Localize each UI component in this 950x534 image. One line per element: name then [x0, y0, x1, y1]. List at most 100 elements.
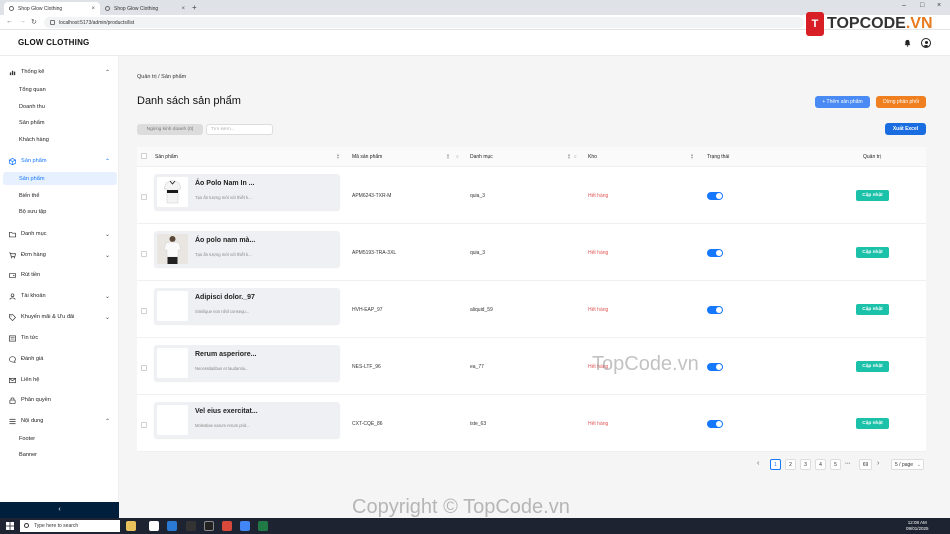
update-button[interactable]: Cập nhật [856, 190, 889, 201]
url-input[interactable]: localhost:5173/admin/products/list [44, 17, 804, 28]
sidebar-item-phan-quyen[interactable]: Phân quyền [0, 394, 119, 406]
page-button[interactable]: 5 [830, 459, 841, 470]
sidebar-item-tai-khoan[interactable]: Tài khoản ⌄ [0, 290, 119, 302]
sidebar-subitem[interactable]: Doanh thu [0, 100, 119, 113]
page-size-select[interactable]: 5 / page ⌄ [891, 459, 924, 470]
close-window-icon[interactable]: × [937, 2, 941, 9]
sidebar-subitem[interactable]: Footer [0, 432, 119, 445]
update-button[interactable]: Cập nhật [856, 247, 889, 258]
sidebar-subitem[interactable]: Bộ sưu tập [0, 205, 119, 218]
app-icon[interactable] [222, 521, 232, 531]
page-button[interactable]: 2 [785, 459, 796, 470]
chrome-icon[interactable] [240, 521, 250, 531]
row-checkbox[interactable] [141, 422, 147, 428]
globe-icon [105, 6, 110, 11]
select-all-checkbox[interactable] [141, 153, 147, 159]
row-checkbox[interactable] [141, 251, 147, 257]
vscode-icon[interactable] [167, 521, 177, 531]
status-toggle[interactable] [707, 249, 723, 257]
sidebar-subitem-selected[interactable]: Sản phẩm [3, 172, 117, 185]
bell-icon[interactable] [904, 39, 911, 47]
update-button[interactable]: Cập nhật [856, 304, 889, 315]
column-header-status[interactable]: Trạng thái [707, 154, 729, 160]
status-toggle[interactable] [707, 363, 723, 371]
sidebar-item-danh-gia[interactable]: Đánh giá [0, 353, 119, 365]
row-checkbox[interactable] [141, 194, 147, 200]
site-info-icon[interactable] [50, 20, 55, 25]
windows-start-icon[interactable] [6, 522, 14, 530]
sidebar-item-san-pham[interactable]: Sản phẩm ⌃ [0, 155, 119, 167]
page-button-last[interactable]: 69 [859, 459, 872, 470]
chevron-left-icon[interactable]: ‹ [757, 460, 759, 467]
sidebar-subitem[interactable]: Sản phẩm [0, 116, 119, 129]
brand-logo[interactable]: GLOW CLOTHING [18, 38, 89, 47]
page-button[interactable]: 3 [800, 459, 811, 470]
sidebar-item-lien-he[interactable]: Liên hệ [0, 374, 119, 386]
sidebar-item-danh-muc[interactable]: Danh mục ⌄ [0, 228, 119, 240]
add-product-button[interactable]: + Thêm sản phẩm [815, 96, 870, 108]
sidebar-item-tin-tuc[interactable]: Tin tức [0, 332, 119, 344]
sort-icon[interactable]: ▲ ▼ [446, 153, 450, 160]
back-icon[interactable]: ← [6, 18, 13, 25]
sidebar-subitem[interactable]: Tổng quan [0, 83, 119, 96]
file-explorer-icon[interactable] [126, 521, 136, 531]
forward-icon[interactable]: → [19, 18, 26, 25]
new-tab-icon[interactable]: + [192, 3, 197, 12]
export-excel-button[interactable]: Xuất Excel [885, 123, 926, 135]
sidebar-subitem[interactable]: Khách hàng [0, 133, 119, 146]
sidebar-subitem[interactable]: Banner [0, 448, 119, 461]
column-header-category[interactable]: Danh mục [470, 154, 493, 160]
system-clock[interactable]: 12:08 AM 09/01/2025 [906, 520, 929, 532]
update-button[interactable]: Cập nhật [856, 418, 889, 429]
taskbar-search[interactable]: Type here to search [20, 520, 120, 532]
reload-icon[interactable]: ↻ [31, 18, 37, 26]
chevron-right-icon[interactable]: › [877, 460, 879, 467]
app-icon[interactable] [149, 521, 159, 531]
sidebar-item-thong-ke[interactable]: Thống kê ⌃ [0, 66, 119, 78]
row-checkbox[interactable] [141, 308, 147, 314]
product-card[interactable]: Áo polo nam mà... Tạo ấn tượng mới với t… [154, 231, 340, 267]
close-icon[interactable]: × [91, 6, 95, 12]
row-checkbox[interactable] [141, 365, 147, 371]
product-card[interactable]: Rerum asperiore... Necessitatibus et lau… [154, 345, 340, 381]
status-toggle[interactable] [707, 306, 723, 314]
maximize-icon[interactable]: □ [920, 2, 924, 9]
sort-icon[interactable]: ▲ ▼ [690, 153, 694, 160]
app-icon[interactable] [204, 521, 214, 531]
product-card[interactable]: Áo Polo Nam In ... Tạo ấn tượng mới với … [154, 174, 340, 210]
minimize-icon[interactable]: – [902, 2, 906, 9]
filter-search-icon[interactable]: ⌕ [574, 154, 577, 160]
browser-tab[interactable]: Shop Glow Clothing × [100, 2, 190, 15]
sort-icon[interactable]: ▲ ▼ [336, 153, 340, 160]
avatar[interactable] [921, 38, 931, 48]
sidebar-subitem[interactable]: Biến thể [0, 189, 119, 202]
browser-tab[interactable]: Shop Glow Clothing × [4, 2, 100, 15]
sidebar-item-noi-dung[interactable]: Nội dung ⌃ [0, 415, 119, 427]
column-header-sku[interactable]: Mã sản phẩm [352, 154, 382, 160]
terminal-icon[interactable] [186, 521, 196, 531]
sidebar-subitem-label: Khách hàng [19, 136, 49, 143]
discontinued-filter-button[interactable]: Ngừng kinh doanh (0) [137, 124, 203, 135]
excel-icon[interactable] [258, 521, 268, 531]
filter-search-icon[interactable]: ⌕ [456, 154, 459, 160]
cart-icon [9, 252, 16, 258]
close-icon[interactable]: × [181, 6, 185, 12]
search-input[interactable] [206, 124, 273, 135]
stop-distribution-button[interactable]: Dừng phân phối [876, 96, 926, 108]
sidebar-collapse-button[interactable]: ‹ [0, 502, 119, 518]
sidebar-item-khuyen-mai[interactable]: Khuyến mãi & Ưu đãi ⌄ [0, 311, 119, 323]
status-toggle[interactable] [707, 192, 723, 200]
column-header-product[interactable]: Sản phẩm [155, 154, 178, 160]
sidebar-item-label: Rút tiền [21, 272, 41, 278]
update-button[interactable]: Cập nhật [856, 361, 889, 372]
sidebar-item-rut-tien[interactable]: Rút tiền [0, 269, 119, 281]
page-button[interactable]: 4 [815, 459, 826, 470]
pagination-ellipsis[interactable]: ••• [845, 461, 850, 467]
page-button[interactable]: 1 [770, 459, 781, 470]
status-toggle[interactable] [707, 420, 723, 428]
product-card[interactable]: Adipisci dolor._97 Similique non nihil c… [154, 288, 340, 324]
product-card[interactable]: Vel eius exercitat... Molestiae earum re… [154, 402, 340, 438]
column-header-stock[interactable]: Kho [588, 154, 597, 160]
sort-icon[interactable]: ▲ ▼ [567, 153, 571, 160]
sidebar-item-don-hang[interactable]: Đơn hàng ⌄ [0, 249, 119, 261]
